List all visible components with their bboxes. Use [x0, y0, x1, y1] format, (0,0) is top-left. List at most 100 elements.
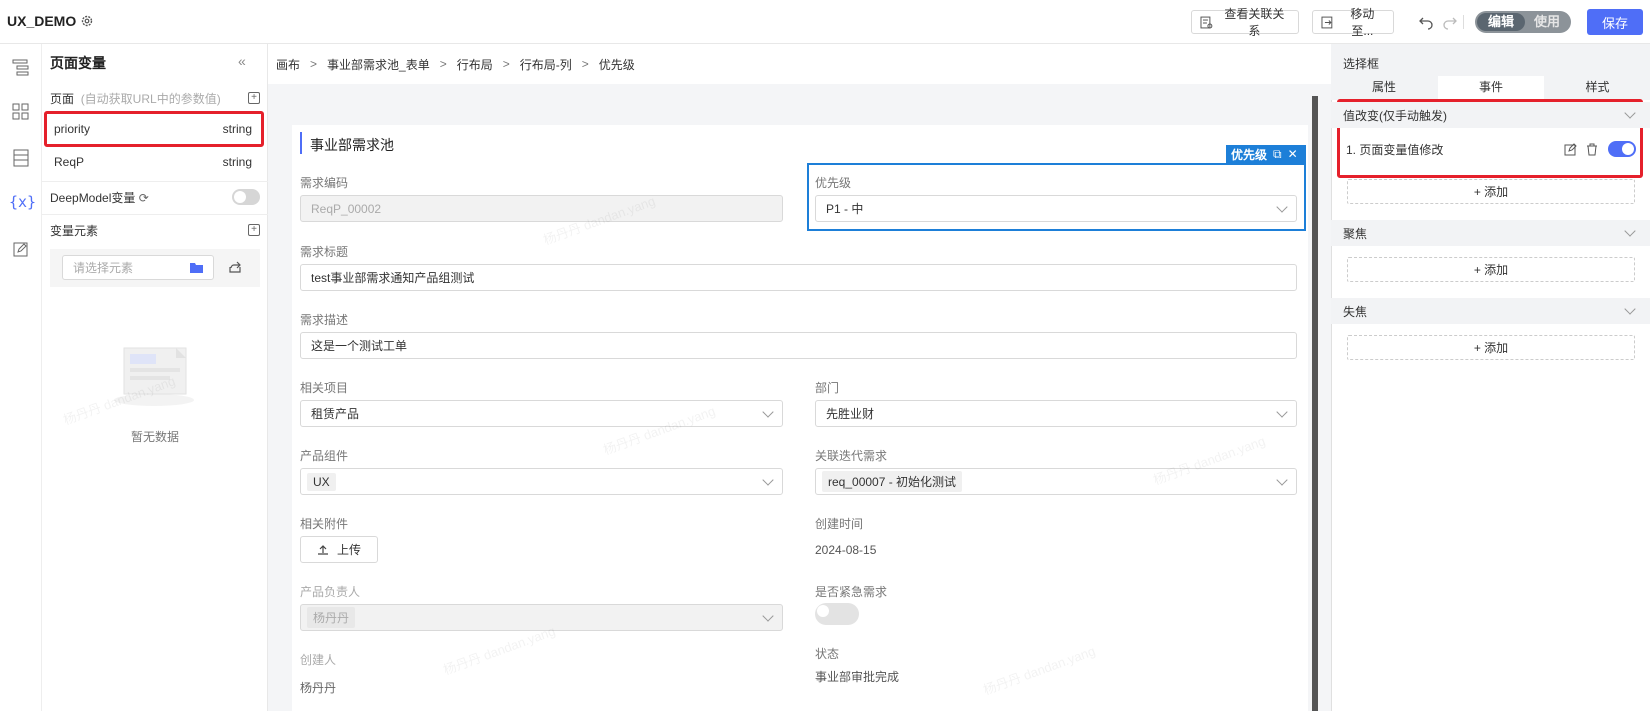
iteration-select[interactable]: req_00007 - 初始化测试 [815, 468, 1297, 495]
edit-icon[interactable] [1564, 142, 1577, 156]
refresh-icon[interactable]: ⟳ [139, 191, 149, 205]
left-icon-rail [0, 44, 42, 711]
created-time-value: 2024-08-15 [815, 543, 877, 557]
iteration-tag: req_00007 - 初始化测试 [822, 471, 963, 492]
undo-icon[interactable] [1418, 14, 1434, 30]
page-var-row[interactable]: ReqP string [46, 148, 260, 176]
urgent-toggle[interactable] [815, 603, 859, 625]
page-vars-hint: (自动获取URL中的参数值) [80, 91, 221, 106]
deepmodel-toggle[interactable] [232, 189, 260, 205]
chevron-down-icon [1276, 405, 1288, 418]
req-desc-input[interactable]: 这是一个测试工单 [300, 332, 1297, 359]
component-tag: UX [307, 472, 336, 491]
breadcrumb-item[interactable]: 行布局 [457, 56, 493, 73]
variables-icon[interactable]: {x} [9, 193, 36, 211]
outline-tree-icon[interactable] [11, 57, 31, 77]
created-time-label: 创建时间 [815, 517, 864, 531]
upload-icon [317, 544, 328, 555]
focus-section-header[interactable]: 聚焦 [1331, 220, 1650, 246]
canvas-scrollbar[interactable] [1312, 96, 1318, 711]
priority-value: P1 - 中 [826, 202, 864, 216]
element-select-input[interactable]: 请选择元素 [62, 255, 214, 280]
project-label: 相关项目 [300, 381, 349, 395]
iteration-label: 关联迭代需求 [815, 449, 888, 463]
upload-button[interactable]: 上传 [300, 536, 378, 563]
dept-value: 先胜业财 [826, 407, 875, 421]
chevron-down-icon [762, 405, 774, 418]
req-title-label: 需求标题 [300, 245, 349, 259]
copy-icon[interactable]: ⧉ [1273, 147, 1282, 162]
breadcrumb-item[interactable]: 优先级 [599, 56, 635, 73]
req-code-input: ReqP_00002 [300, 195, 783, 222]
deepmodel-row: DeepModel变量 ⟳ [42, 181, 268, 213]
move-to-button[interactable]: 移动至... [1312, 7, 1394, 38]
element-select-placeholder: 请选择元素 [73, 261, 134, 275]
save-button[interactable]: 保存 [1587, 9, 1643, 35]
move-icon [1321, 16, 1333, 28]
tab-events[interactable]: 事件 [1438, 76, 1544, 100]
delete-icon[interactable] [1586, 143, 1598, 156]
panel-title: 页面变量 [50, 55, 106, 71]
component-select[interactable]: UX [300, 468, 783, 495]
owner-tag: 杨丹丹 [307, 607, 356, 628]
add-element-var-icon[interactable]: + [248, 224, 260, 236]
req-title-value: test事业部需求通知产品组测试 [311, 271, 475, 285]
add-blur-action-button[interactable]: + 添加 [1347, 335, 1635, 360]
breadcrumb-item[interactable]: 事业部需求池_表单 [327, 56, 430, 73]
tab-properties[interactable]: 属性 [1331, 76, 1437, 98]
page-var-row[interactable]: priority string [46, 115, 260, 143]
chevron-down-icon [1624, 225, 1636, 237]
top-bar [0, 0, 1650, 44]
tab-styles[interactable]: 样式 [1545, 76, 1650, 98]
mode-use-option[interactable]: 使用 [1525, 13, 1569, 31]
element-vars-label: 变量元素 [50, 223, 99, 238]
add-page-var-icon[interactable]: + [248, 92, 260, 104]
event-action-toggle[interactable] [1608, 141, 1636, 157]
collapse-panel-icon[interactable]: « [238, 53, 246, 69]
event-section-header[interactable]: 值改变(仅手动触发) [1331, 102, 1650, 128]
mode-edit-option[interactable]: 编辑 [1477, 13, 1525, 31]
breadcrumb-item[interactable]: 画布 [276, 56, 300, 73]
req-title-input[interactable]: test事业部需求通知产品组测试 [300, 264, 1297, 291]
close-icon[interactable]: ✕ [1288, 147, 1298, 161]
mode-toggle[interactable]: 编辑 使用 [1475, 11, 1571, 33]
project-value: 租赁产品 [311, 407, 360, 421]
form-title: 事业部需求池 [310, 137, 394, 153]
data-table-icon[interactable] [11, 148, 31, 168]
component-type-title: 选择框 [1343, 57, 1380, 71]
attachment-label: 相关附件 [300, 517, 349, 531]
selected-badge-label: 优先级 [1231, 147, 1268, 162]
status-value: 事业部审批完成 [815, 670, 900, 684]
app-title: UX_DEMO [7, 13, 77, 29]
chevron-down-icon [762, 473, 774, 486]
page-vars-label: 页面 [50, 91, 75, 106]
req-code-value: ReqP_00002 [311, 201, 382, 216]
focus-section-title: 聚焦 [1343, 226, 1368, 241]
chevron-down-icon [1624, 107, 1636, 119]
add-event-action-button[interactable]: + 添加 [1347, 179, 1635, 204]
blur-section-title: 失焦 [1343, 304, 1368, 319]
blur-section-header[interactable]: 失焦 [1331, 298, 1650, 324]
breadcrumb-item[interactable]: 行布局-列 [520, 56, 572, 73]
owner-label: 产品负责人 [300, 585, 361, 599]
chevron-down-icon [1276, 473, 1288, 486]
selected-component-badge: 优先级 ⧉ ✕ [1226, 145, 1306, 163]
req-desc-value: 这是一个测试工单 [311, 339, 408, 353]
components-grid-icon[interactable] [11, 102, 31, 122]
redo-icon[interactable] [1442, 14, 1458, 30]
add-focus-action-button[interactable]: + 添加 [1347, 257, 1635, 282]
edit-page-icon[interactable] [11, 240, 31, 260]
gear-icon[interactable] [80, 14, 94, 28]
dept-label: 部门 [815, 381, 840, 395]
dept-select[interactable]: 先胜业财 [815, 400, 1297, 427]
creator-label: 创建人 [300, 653, 337, 667]
share-icon[interactable] [228, 260, 242, 274]
relations-icon [1200, 16, 1213, 28]
view-relations-button[interactable]: 查看关联关系 [1191, 7, 1299, 38]
breadcrumb: 画布 > 事业部需求池_表单 > 行布局 > 行布局-列 > 优先级 [268, 44, 1331, 84]
page-vars-header: 页面 (自动获取URL中的参数值) + [42, 82, 268, 114]
form-title-accent [300, 132, 302, 154]
priority-select[interactable]: P1 - 中 [815, 195, 1297, 222]
folder-icon [190, 263, 203, 273]
component-label: 产品组件 [300, 449, 349, 463]
